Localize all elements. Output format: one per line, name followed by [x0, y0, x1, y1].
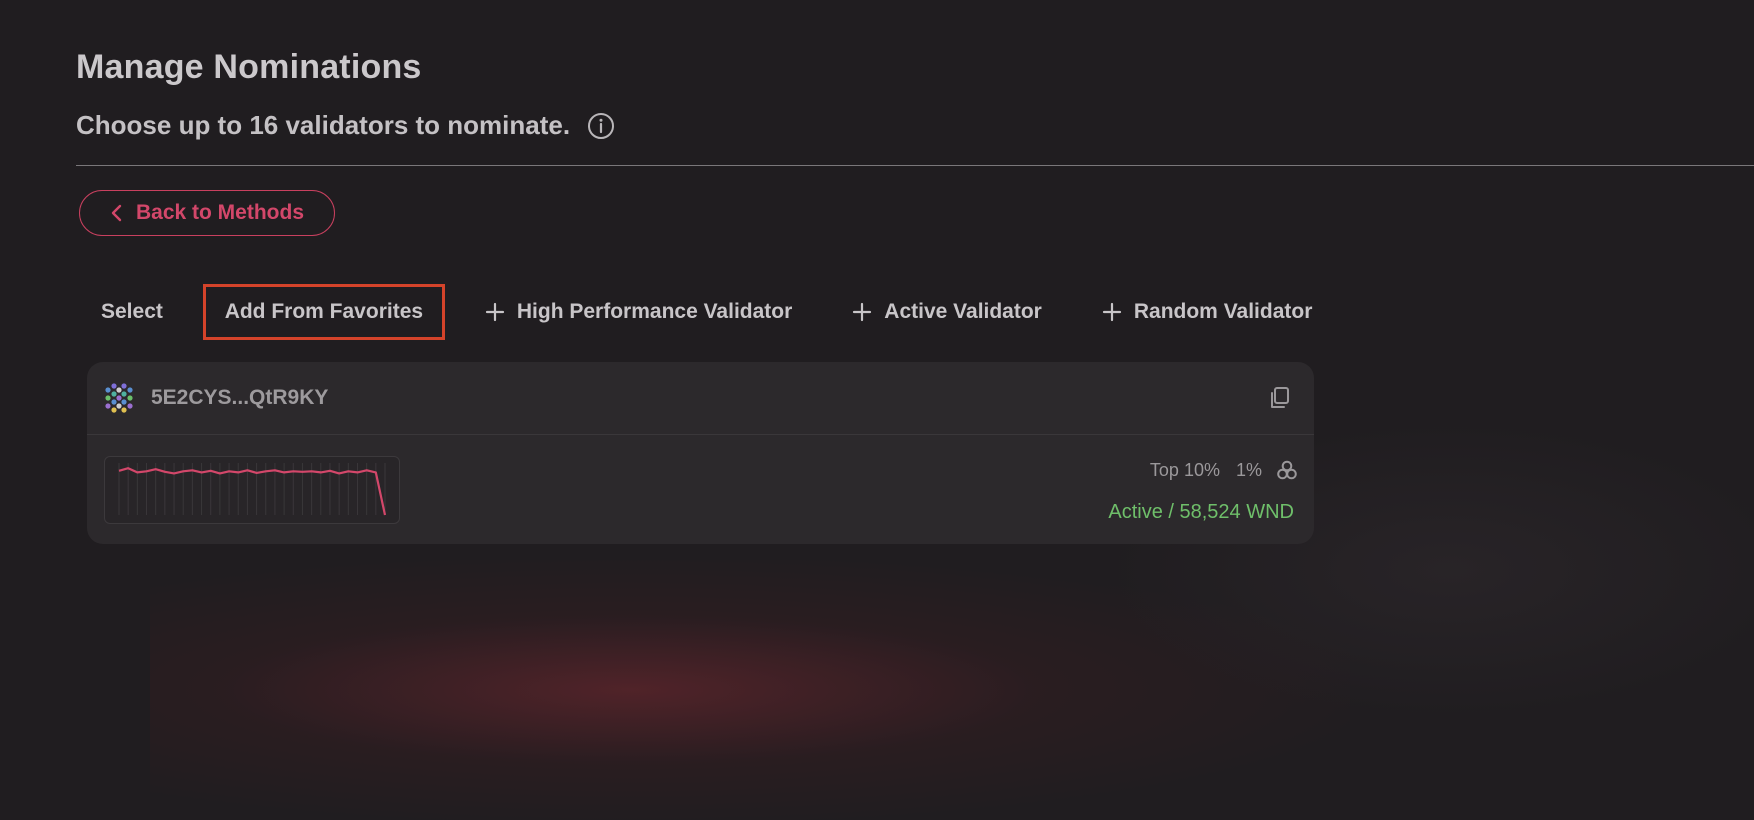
- validator-address: 5E2CYS...QtR9KY: [151, 386, 329, 409]
- stack-icon: [1276, 459, 1298, 481]
- validator-rank: Top 10%: [1149, 459, 1220, 480]
- back-to-methods-label: Back to Methods: [135, 201, 305, 224]
- add-high-performance-validator-button[interactable]: High Performance Validator: [485, 300, 792, 324]
- plus-icon: [852, 302, 872, 322]
- validator-card[interactable]: 5E2CYS...QtR9KY Top 10% 1% Active / 58,5…: [87, 362, 1314, 544]
- add-from-favorites-label: Add From Favorites: [224, 300, 424, 323]
- page-title: Manage Nominations: [76, 48, 422, 86]
- add-from-favorites-button[interactable]: Add From Favorites: [202, 284, 445, 340]
- add-random-validator-button[interactable]: Random Validator: [1102, 300, 1313, 324]
- validator-status: Active / 58,524 WND: [1108, 501, 1294, 523]
- validator-meta: Top 10% 1%: [1150, 459, 1298, 481]
- info-icon[interactable]: [587, 112, 615, 140]
- select-label: Select: [101, 300, 163, 323]
- back-to-methods-button[interactable]: Back to Methods: [79, 190, 335, 236]
- select-button[interactable]: Select: [101, 300, 163, 324]
- plus-icon: [1102, 302, 1122, 322]
- copy-icon[interactable]: [1266, 385, 1292, 411]
- sparkline-series: [118, 467, 387, 516]
- high-performance-validator-label: High Performance Validator: [516, 300, 793, 323]
- validator-card-body: Top 10% 1% Active / 58,524 WND: [87, 435, 1314, 544]
- nomination-toolbar: Select Add From Favorites High Performan…: [90, 284, 1313, 340]
- performance-sparkline: [104, 456, 400, 524]
- subtitle-row: Choose up to 16 validators to nominate.: [76, 110, 615, 141]
- active-validator-label: Active Validator: [884, 300, 1042, 323]
- identicon: [102, 381, 136, 415]
- plus-icon: [485, 302, 505, 322]
- header-divider: [76, 165, 1754, 166]
- random-validator-label: Random Validator: [1133, 300, 1313, 323]
- chevron-left-icon: [110, 204, 124, 222]
- page-subtitle: Choose up to 16 validators to nominate.: [76, 110, 571, 140]
- validator-commission: 1%: [1235, 459, 1262, 480]
- manage-nominations-page: Manage Nominations Choose up to 16 valid…: [0, 0, 1754, 694]
- add-active-validator-button[interactable]: Active Validator: [852, 300, 1042, 324]
- validator-card-header: 5E2CYS...QtR9KY: [87, 362, 1314, 435]
